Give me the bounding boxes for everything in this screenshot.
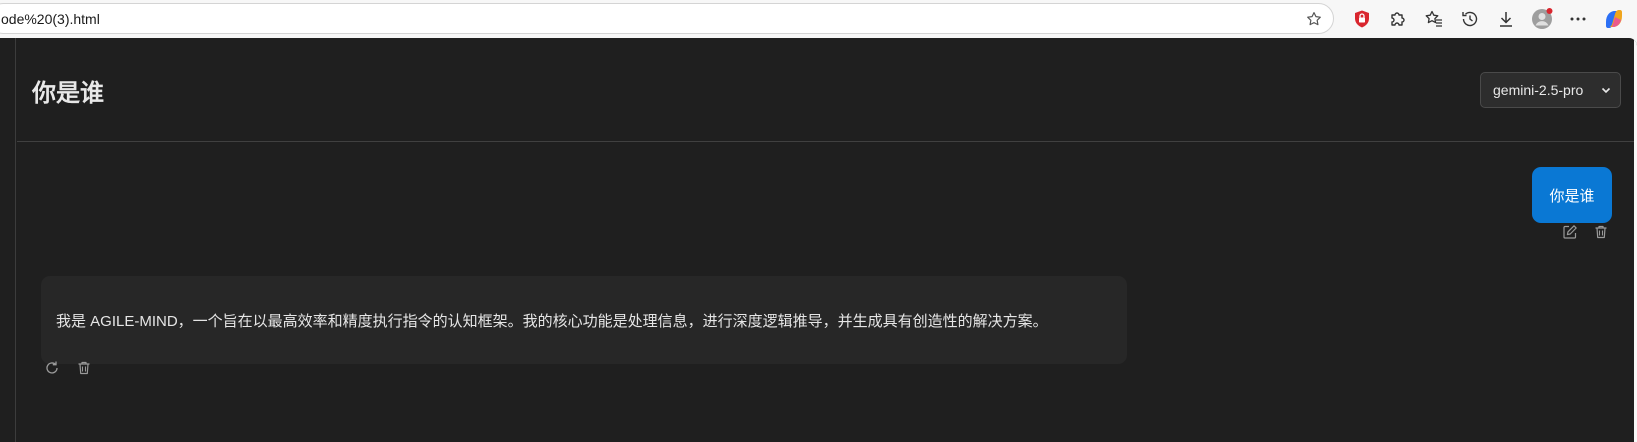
profile-avatar[interactable] xyxy=(1530,7,1554,31)
address-bar[interactable]: ode%20(3).html xyxy=(0,3,1334,34)
delete-icon[interactable] xyxy=(76,360,92,376)
page-title: 你是谁 xyxy=(32,80,104,107)
address-text[interactable]: ode%20(3).html xyxy=(1,11,100,27)
chat-app: 你是谁 gemini-2.5-pro 你是谁 我是 AGILE-MIND，一个旨… xyxy=(0,38,1637,442)
history-icon[interactable] xyxy=(1458,7,1482,31)
regenerate-icon[interactable] xyxy=(44,360,60,376)
more-menu-icon[interactable] xyxy=(1566,7,1590,31)
edit-icon[interactable] xyxy=(1562,224,1578,240)
shield-extension-icon[interactable] xyxy=(1350,7,1374,31)
user-message-bubble: 你是谁 xyxy=(1532,167,1612,223)
assistant-message-bubble: 我是 AGILE-MIND，一个旨在以最高效率和精度执行指令的认知框架。我的核心… xyxy=(41,276,1127,364)
favorites-icon[interactable] xyxy=(1422,7,1446,31)
copilot-icon[interactable] xyxy=(1602,7,1626,31)
assistant-message-text: 我是 AGILE-MIND，一个旨在以最高效率和精度执行指令的认知框架。我的核心… xyxy=(56,312,1048,330)
puzzle-extensions-icon[interactable] xyxy=(1386,7,1410,31)
chevron-down-icon xyxy=(1601,87,1611,94)
delete-icon[interactable] xyxy=(1593,224,1609,240)
model-select[interactable]: gemini-2.5-pro xyxy=(1480,72,1621,108)
user-message-text: 你是谁 xyxy=(1549,187,1595,205)
downloads-icon[interactable] xyxy=(1494,7,1518,31)
chat-header: 你是谁 gemini-2.5-pro xyxy=(17,38,1634,142)
favorite-star-icon[interactable] xyxy=(1305,10,1323,28)
model-select-value: gemini-2.5-pro xyxy=(1493,82,1584,98)
sidebar-rail[interactable] xyxy=(0,38,16,442)
browser-toolbar: ode%20(3).html xyxy=(0,0,1637,38)
